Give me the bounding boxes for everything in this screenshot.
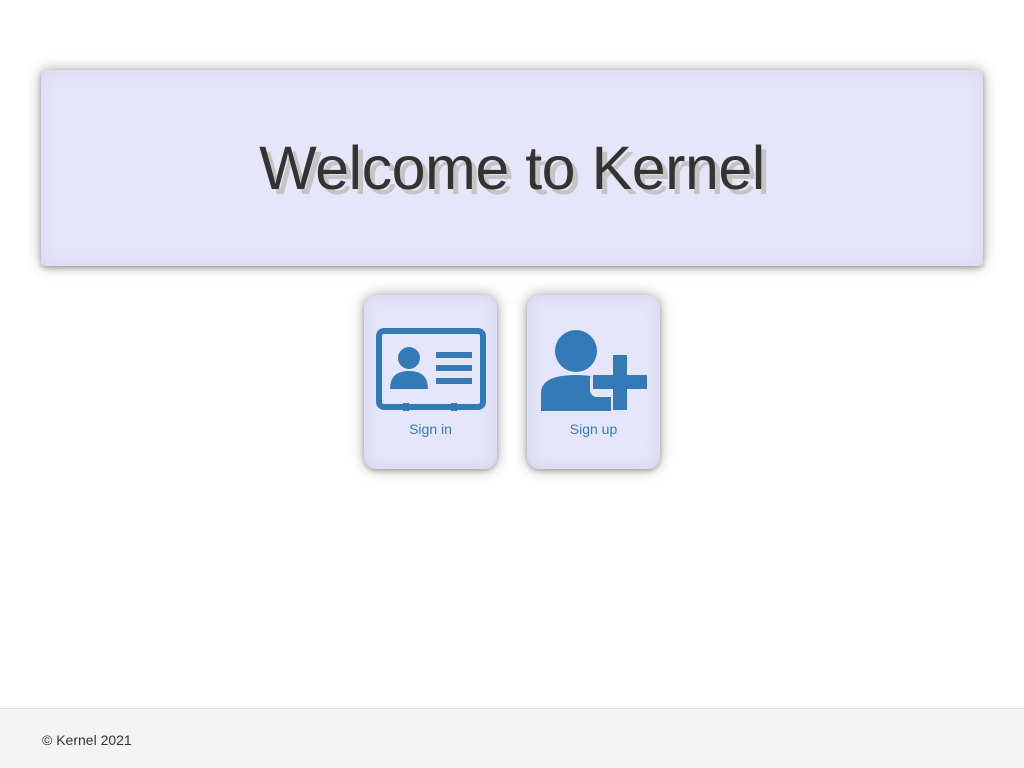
welcome-banner: Welcome to Kernel <box>41 70 983 266</box>
user-plus-icon <box>540 330 647 411</box>
sign-in-label: Sign in <box>409 421 452 437</box>
page: Welcome to Kernel Sign in Sign up © Kern… <box>0 0 1024 768</box>
copyright-text: © Kernel 2021 <box>42 732 132 748</box>
id-card-icon <box>375 328 486 411</box>
page-title: Welcome to Kernel <box>259 134 765 202</box>
sign-in-button[interactable]: Sign in <box>364 295 497 469</box>
footer: © Kernel 2021 <box>0 708 1024 768</box>
action-tiles: Sign in Sign up <box>364 295 660 469</box>
sign-up-label: Sign up <box>569 421 618 437</box>
sign-up-button[interactable]: Sign up <box>527 295 660 469</box>
